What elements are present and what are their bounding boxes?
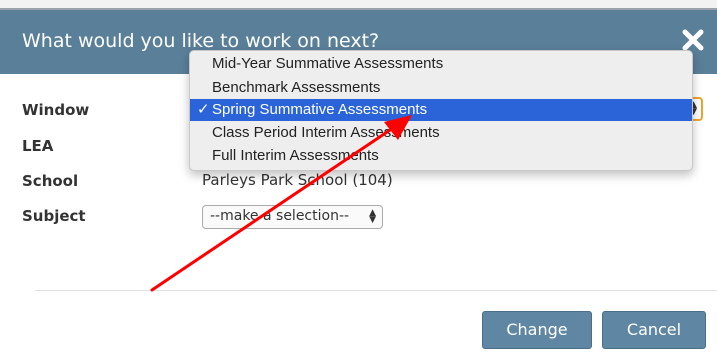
window-label: Window — [22, 101, 90, 119]
dropdown-option-label: Spring Summative Assessments — [212, 101, 428, 118]
dropdown-option-full-interim[interactable]: Full Interim Assessments — [190, 145, 692, 167]
subject-label: Subject — [22, 207, 86, 225]
dropdown-option-label: Class Period Interim Assessments — [212, 124, 440, 141]
subject-select[interactable]: --make a selection-- ▲ ▼ — [202, 205, 383, 229]
dropdown-option-label: Mid-Year Summative Assessments — [212, 55, 444, 72]
dropdown-option-class-period-interim[interactable]: Class Period Interim Assessments — [190, 122, 692, 144]
modal-title: What would you like to work on next? — [22, 30, 380, 52]
dropdown-option-spring-summative[interactable]: ✓ Spring Summative Assessments — [190, 99, 692, 121]
lea-label: LEA — [22, 137, 54, 155]
dropdown-option-label: Full Interim Assessments — [212, 147, 379, 164]
subject-select-value: --make a selection-- — [210, 208, 350, 224]
select-arrows-icon: ▲ ▼ — [369, 208, 376, 225]
page-top-edge — [0, 0, 717, 10]
cancel-button[interactable]: Cancel — [602, 311, 706, 349]
school-label: School — [22, 172, 79, 190]
window-dropdown-menu: Mid-Year Summative Assessments Benchmark… — [189, 50, 693, 171]
checkmark-icon: ✓ — [197, 101, 210, 118]
dropdown-option-mid-year[interactable]: Mid-Year Summative Assessments — [190, 53, 692, 75]
change-button[interactable]: Change — [482, 311, 592, 349]
dropdown-option-label: Benchmark Assessments — [212, 79, 381, 96]
dropdown-option-benchmark[interactable]: Benchmark Assessments — [190, 77, 692, 99]
footer-divider — [35, 290, 717, 291]
school-value: Parleys Park School (104) — [202, 171, 393, 189]
